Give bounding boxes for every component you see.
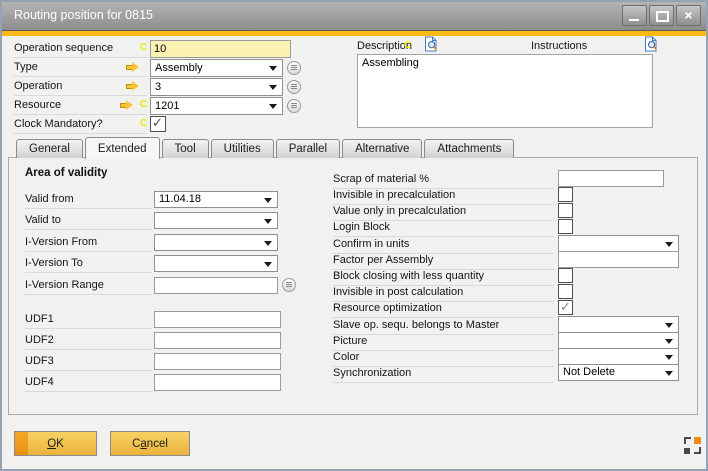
iversion-from-dropdown[interactable] — [154, 234, 278, 251]
tab-utilities[interactable]: Utilities — [211, 139, 274, 158]
valid-from-dropdown[interactable]: 11.04.18 — [154, 191, 278, 208]
minimize-icon — [629, 19, 639, 21]
ok-button[interactable]: OK — [14, 431, 97, 456]
resource-dropdown[interactable]: 1201 — [150, 97, 283, 115]
block-closing-with-less-quantity-checkbox[interactable] — [558, 268, 573, 283]
instructions-label: Instructions — [531, 38, 606, 55]
close-icon: × — [677, 6, 700, 25]
udf3-label: UDF3 — [25, 353, 152, 371]
udf2-input[interactable] — [154, 332, 281, 349]
changed-flag-icon: C — [140, 42, 147, 53]
udf3-input[interactable] — [154, 353, 281, 370]
extended-tab-panel: Area of validity Valid from 11.04.18 Val… — [8, 157, 698, 415]
resource-optimization-label: Resource optimization — [333, 300, 554, 318]
operation-dropdown[interactable]: 3 — [150, 78, 283, 96]
tab-extended[interactable]: Extended — [85, 137, 160, 159]
clock-mandatory-label: Clock Mandatory? — [14, 116, 147, 134]
cancel-button[interactable]: Cancel — [110, 431, 190, 456]
udf4-label: UDF4 — [25, 374, 152, 392]
login-block-checkbox[interactable] — [558, 219, 573, 234]
invisible-in-post-calculation-checkbox[interactable] — [558, 284, 573, 299]
synchronization-dropdown[interactable]: Not Delete — [558, 364, 679, 381]
description-textarea[interactable] — [357, 54, 653, 128]
valid-from-label: Valid from — [25, 191, 152, 209]
synchronization-label: Synchronization — [333, 365, 554, 383]
scrap-of-material-input[interactable] — [558, 170, 664, 187]
changed-flag-icon: C — [140, 99, 147, 110]
slave-op-sequ-dropdown[interactable] — [558, 316, 679, 333]
link-arrow-icon[interactable] — [126, 62, 140, 73]
iversion-to-dropdown[interactable] — [154, 255, 278, 272]
valid-to-label: Valid to — [25, 212, 152, 230]
preview-instructions-icon[interactable] — [643, 36, 659, 52]
link-arrow-icon[interactable] — [120, 100, 134, 111]
value-list-icon[interactable] — [287, 61, 301, 75]
type-dropdown[interactable]: Assembly — [150, 59, 283, 77]
iversion-range-label: I-Version Range — [25, 277, 152, 295]
tab-parallel[interactable]: Parallel — [276, 139, 340, 158]
tab-general[interactable]: General — [16, 139, 83, 158]
resize-grip-icon[interactable] — [684, 437, 701, 454]
tab-strip: General Extended Tool Utilities Parallel… — [16, 136, 516, 158]
description-label: Description — [357, 38, 427, 55]
udf1-label: UDF1 — [25, 311, 152, 329]
maximize-button[interactable] — [649, 5, 674, 26]
color-dropdown[interactable] — [558, 348, 679, 365]
iversion-to-label: I-Version To — [25, 255, 152, 273]
udf2-label: UDF2 — [25, 332, 152, 350]
routing-position-dialog: Routing position for 0815 × Operation se… — [0, 0, 708, 471]
factor-per-assembly-input[interactable] — [558, 251, 679, 268]
close-button[interactable]: × — [676, 5, 701, 26]
login-block-label: Login Block — [333, 219, 554, 237]
value-only-in-precalculation-checkbox[interactable] — [558, 203, 573, 218]
tab-alternative[interactable]: Alternative — [342, 139, 422, 158]
minimize-button[interactable] — [622, 5, 647, 26]
confirm-in-units-dropdown[interactable] — [558, 235, 679, 252]
invisible-in-precalculation-checkbox[interactable] — [558, 187, 573, 202]
clock-mandatory-checkbox[interactable] — [150, 116, 166, 132]
iversion-range-input[interactable] — [154, 277, 278, 294]
tab-attachments[interactable]: Attachments — [424, 139, 514, 158]
title-bar[interactable]: Routing position for 0815 × — [2, 2, 706, 31]
area-of-validity-heading: Area of validity — [25, 167, 107, 179]
accent-stripe — [2, 31, 706, 36]
iversion-from-label: I-Version From — [25, 234, 152, 252]
operation-sequence-label: Operation sequence — [14, 40, 147, 58]
resource-optimization-checkbox[interactable] — [558, 300, 573, 315]
value-list-icon[interactable] — [287, 99, 301, 113]
maximize-icon — [656, 11, 669, 22]
link-arrow-icon[interactable] — [126, 81, 140, 92]
udf4-input[interactable] — [154, 374, 281, 391]
preview-description-icon[interactable] — [423, 36, 439, 52]
changed-flag-icon: C — [140, 118, 147, 129]
picture-dropdown[interactable] — [558, 332, 679, 349]
operation-sequence-input[interactable] — [150, 40, 291, 58]
value-list-icon[interactable] — [287, 80, 301, 94]
udf1-input[interactable] — [154, 311, 281, 328]
changed-flag-icon: C — [404, 40, 411, 51]
value-list-icon[interactable] — [282, 278, 296, 292]
window-title: Routing position for 0815 — [14, 8, 153, 22]
valid-to-dropdown[interactable] — [154, 212, 278, 229]
tab-tool[interactable]: Tool — [162, 139, 209, 158]
